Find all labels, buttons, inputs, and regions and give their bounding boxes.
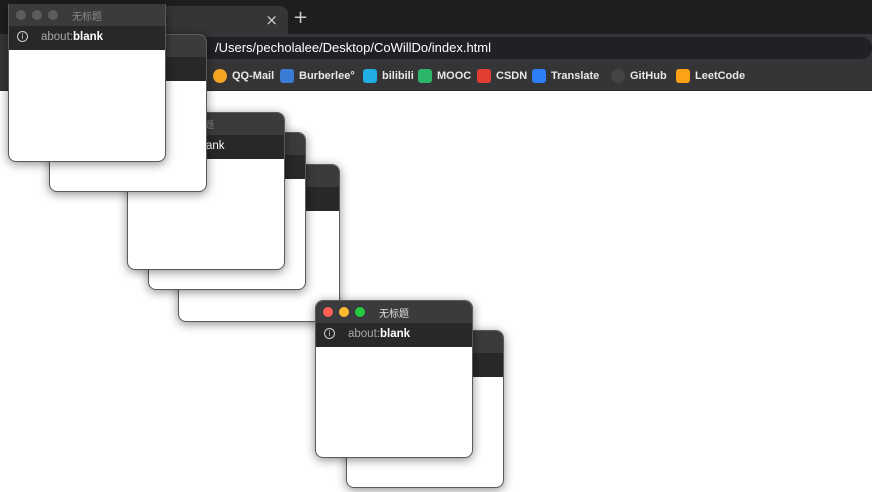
bookmark-label: Burberlee° bbox=[299, 70, 355, 82]
translate-icon bbox=[532, 69, 546, 83]
bookmark-mooc[interactable]: MOOC bbox=[418, 68, 471, 84]
url-text[interactable]: /Users/pecholalee/Desktop/CoWillDo/index… bbox=[215, 40, 491, 55]
popup-title: 无标题 bbox=[72, 12, 102, 23]
info-icon[interactable]: i bbox=[324, 328, 335, 339]
popup-address-fragment: ank bbox=[206, 140, 225, 152]
new-tab-button[interactable]: + bbox=[293, 7, 308, 29]
bookmark-label: CSDN bbox=[496, 70, 528, 82]
bookmark-label: LeetCode bbox=[695, 70, 746, 82]
info-icon[interactable]: i bbox=[17, 31, 28, 42]
popup-window-front[interactable]: 无标题 i about:blank bbox=[315, 300, 473, 458]
bilibili-icon bbox=[363, 69, 377, 83]
popup-address: about:blank bbox=[348, 328, 411, 340]
popup-address: about:blank bbox=[41, 31, 104, 43]
bookmark-burberlee[interactable]: Burberlee° bbox=[280, 68, 355, 84]
burberlee-icon bbox=[280, 69, 294, 83]
bookmark-label: GitHub bbox=[630, 70, 667, 82]
active-tab[interactable]: × bbox=[160, 6, 288, 34]
bookmark-label: MOOC bbox=[437, 70, 472, 82]
mooc-icon bbox=[418, 69, 432, 83]
bookmark-bilibili[interactable]: bilibili bbox=[363, 68, 414, 84]
tab-close-icon[interactable]: × bbox=[265, 10, 278, 30]
qq-mail-icon bbox=[213, 69, 227, 83]
bookmark-qq-mail[interactable]: QQ-Mail bbox=[213, 68, 274, 84]
popup-window[interactable]: 无标题 i about:blank bbox=[8, 4, 166, 162]
bookmark-label: Translate bbox=[551, 70, 600, 82]
bookmark-leetcode[interactable]: LeetCode bbox=[676, 68, 745, 84]
bookmark-label: QQ-Mail bbox=[232, 70, 275, 82]
bookmark-github[interactable]: GitHub bbox=[611, 68, 667, 84]
bookmark-label: bilibili bbox=[382, 70, 414, 82]
github-icon bbox=[611, 69, 625, 83]
leetcode-icon bbox=[676, 69, 690, 83]
bookmark-translate[interactable]: Translate bbox=[532, 68, 599, 84]
popup-title: 无标题 bbox=[379, 309, 409, 320]
csdn-icon bbox=[477, 69, 491, 83]
bookmark-csdn[interactable]: CSDN bbox=[477, 68, 527, 84]
